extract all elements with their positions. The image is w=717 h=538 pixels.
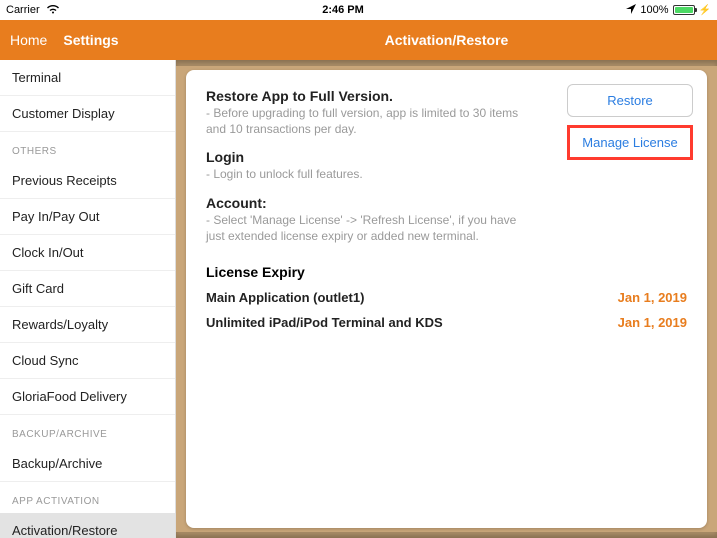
clock: 2:46 PM	[322, 4, 364, 16]
sidebar: Terminal Customer Display OTHERS Previou…	[0, 60, 176, 538]
login-desc: - Login to unlock full features.	[206, 166, 536, 182]
carrier-label: Carrier	[6, 4, 40, 16]
wifi-icon	[46, 4, 60, 17]
license-name: Unlimited iPad/iPod Terminal and KDS	[206, 315, 443, 330]
account-title: Account:	[206, 195, 536, 211]
login-title: Login	[206, 149, 536, 165]
status-bar: Carrier 2:46 PM 100% ⚡	[0, 0, 717, 20]
sidebar-item-gift-card[interactable]: Gift Card	[0, 271, 175, 307]
license-row: Unlimited iPad/iPod Terminal and KDS Jan…	[206, 315, 687, 330]
main-panel: Restore Manage License Restore App to Fu…	[176, 60, 717, 538]
license-date: Jan 1, 2019	[618, 290, 687, 305]
sidebar-item-pay-in-out[interactable]: Pay In/Pay Out	[0, 199, 175, 235]
restore-desc: - Before upgrading to full version, app …	[206, 105, 536, 137]
content-card: Restore Manage License Restore App to Fu…	[186, 70, 707, 528]
nav-header: Home Settings Activation/Restore	[0, 20, 717, 60]
restore-title: Restore App to Full Version.	[206, 88, 536, 104]
page-title: Activation/Restore	[385, 32, 509, 48]
sidebar-section-backup: BACKUP/ARCHIVE	[0, 415, 175, 446]
battery-pct: 100%	[640, 4, 668, 16]
sidebar-item-previous-receipts[interactable]: Previous Receipts	[0, 163, 175, 199]
location-icon	[626, 4, 636, 17]
account-desc: - Select 'Manage License' -> 'Refresh Li…	[206, 212, 536, 244]
license-date: Jan 1, 2019	[618, 315, 687, 330]
license-row: Main Application (outlet1) Jan 1, 2019	[206, 290, 687, 305]
sidebar-item-clock-in-out[interactable]: Clock In/Out	[0, 235, 175, 271]
sidebar-section-activation: APP ACTIVATION	[0, 482, 175, 513]
sidebar-section-others: OTHERS	[0, 132, 175, 163]
sidebar-item-terminal[interactable]: Terminal	[0, 60, 175, 96]
settings-title: Settings	[63, 32, 118, 48]
battery-icon	[673, 5, 695, 15]
license-name: Main Application (outlet1)	[206, 290, 364, 305]
sidebar-item-backup-archive[interactable]: Backup/Archive	[0, 446, 175, 482]
sidebar-item-customer-display[interactable]: Customer Display	[0, 96, 175, 132]
home-button[interactable]: Home	[10, 32, 47, 48]
sidebar-item-cloud-sync[interactable]: Cloud Sync	[0, 343, 175, 379]
sidebar-item-rewards-loyalty[interactable]: Rewards/Loyalty	[0, 307, 175, 343]
restore-button[interactable]: Restore	[567, 84, 693, 117]
sidebar-item-activation-restore[interactable]: Activation/Restore	[0, 513, 175, 538]
sidebar-item-gloriafood[interactable]: GloriaFood Delivery	[0, 379, 175, 415]
license-expiry-header: License Expiry	[206, 264, 687, 280]
charging-icon: ⚡	[699, 5, 711, 16]
manage-license-button[interactable]: Manage License	[567, 125, 693, 160]
